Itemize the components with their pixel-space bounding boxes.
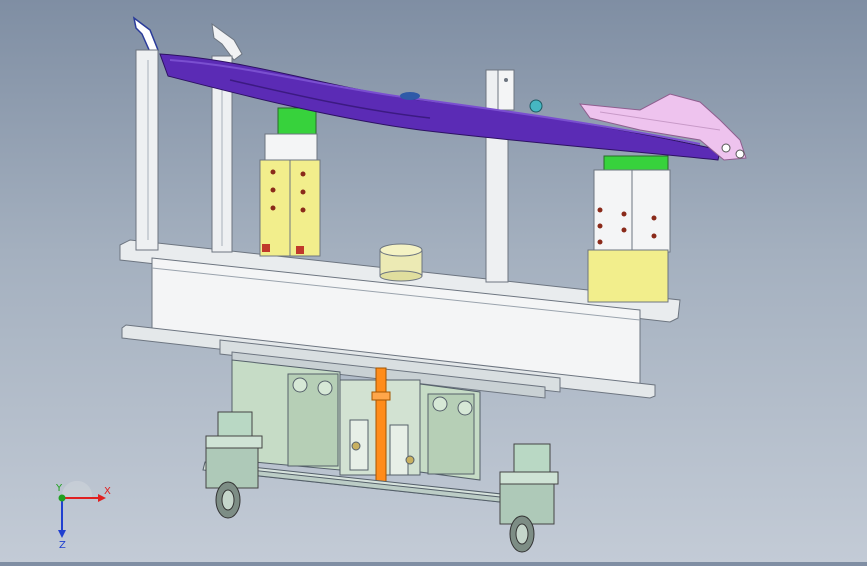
workpiece-part[interactable] xyxy=(159,53,721,161)
y-axis-label: Y xyxy=(55,483,63,494)
cad-3d-viewport[interactable] xyxy=(0,0,867,562)
x-axis-label: X xyxy=(104,486,111,497)
z-axis-label: Z xyxy=(59,540,66,550)
support-block-left[interactable] xyxy=(259,107,321,257)
axis-triad: X Y Z xyxy=(40,480,120,551)
post-left-outer[interactable] xyxy=(132,16,160,251)
caster-rear-right[interactable] xyxy=(499,443,559,553)
centre-locator-cylinder[interactable] xyxy=(379,243,423,282)
post-middle[interactable] xyxy=(485,69,515,283)
post-left-inner[interactable] xyxy=(211,22,243,253)
model-canvas[interactable] xyxy=(0,0,867,562)
support-block-right[interactable] xyxy=(587,155,671,303)
y-axis-dot xyxy=(58,494,66,502)
